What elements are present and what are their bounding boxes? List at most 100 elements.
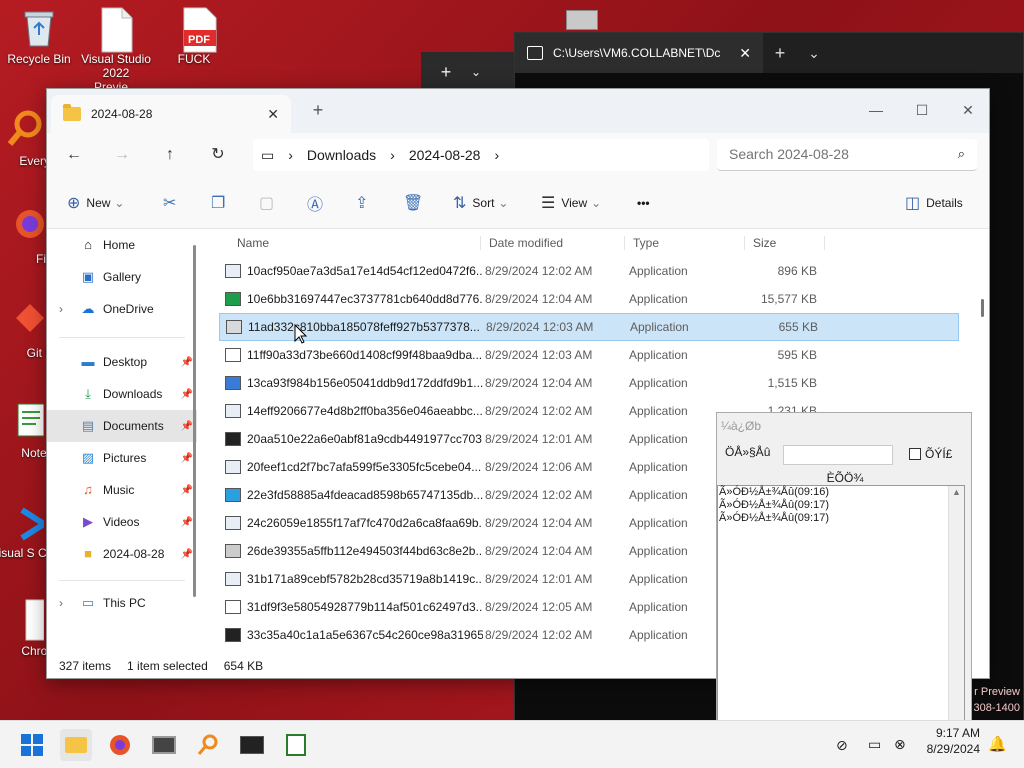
sidebar-item-label: Gallery bbox=[103, 270, 142, 284]
sidebar-item-label: OneDrive bbox=[103, 302, 154, 316]
sidebar-item-pictures[interactable]: ▨ Pictures 📌 bbox=[47, 442, 197, 474]
table-row[interactable]: 11ad332c810bba185078feff927b5377378... 8/… bbox=[219, 313, 959, 341]
desktop-icon-visual-studio[interactable]: Visual Studio 2022 Previe... bbox=[80, 6, 152, 94]
scroll-up-icon[interactable]: ▲ bbox=[949, 486, 964, 499]
details-button[interactable]: ◫ Details bbox=[905, 189, 963, 217]
close-icon[interactable]: ✕ bbox=[739, 45, 751, 62]
new-button[interactable]: ⊕ New ⌄ bbox=[67, 189, 124, 217]
dialog-log-list[interactable]: Ã»ÓÐ½Å±¾Åû(09:16) Ã»ÓÐ½Å±¾Åû(09:17) Ã»ÓÐ… bbox=[717, 485, 965, 721]
sidebar-item-home[interactable]: ⌂ Home bbox=[47, 229, 197, 261]
notification-bell-icon[interactable]: 🔔 bbox=[988, 735, 1007, 753]
date-modified: 8/29/2024 12:04 AM bbox=[485, 292, 593, 306]
file-list-scrollbar[interactable] bbox=[981, 299, 984, 317]
minimize-button[interactable]: — bbox=[853, 95, 899, 125]
desktop-icon-pdf[interactable]: PDF FUCK bbox=[158, 6, 230, 66]
date-modified: 8/29/2024 12:02 AM bbox=[485, 264, 593, 278]
clock-date: 8/29/2024 bbox=[926, 742, 980, 756]
search-icon[interactable]: ⌕ bbox=[958, 146, 965, 162]
sidebar-item-onedrive[interactable]: › ☁ OneDrive bbox=[47, 293, 197, 325]
maximize-button[interactable]: ☐ bbox=[899, 95, 945, 125]
column-header-date[interactable]: Date modified bbox=[481, 236, 625, 250]
sort-button[interactable]: ⇅ Sort ⌄ bbox=[453, 189, 508, 217]
application-icon bbox=[225, 432, 241, 446]
application-icon bbox=[225, 264, 241, 278]
table-row[interactable]: 11ff90a33d73be660d1408cf99f48baa9dba... 8… bbox=[219, 341, 959, 369]
close-tab-icon[interactable]: ✕ bbox=[267, 106, 279, 123]
dialog-scrollbar[interactable]: ▲ bbox=[948, 486, 964, 720]
checkbox-box[interactable] bbox=[909, 448, 921, 460]
terminal-dropdown-button[interactable]: ⌄ bbox=[797, 45, 831, 62]
breadcrumb-item-current[interactable]: 2024-08-28 bbox=[409, 147, 481, 163]
taskbar-everything[interactable] bbox=[192, 729, 224, 761]
network-icon[interactable]: ⊘ bbox=[836, 737, 848, 754]
new-tab-button[interactable]: + bbox=[295, 95, 341, 125]
sidebar-item-this-pc[interactable]: › ▭ This PC bbox=[47, 587, 197, 619]
sort-arrow-icon: ⌃ bbox=[677, 229, 688, 237]
terminal-new-tab-button[interactable]: + bbox=[763, 43, 797, 64]
taskbar-file-explorer[interactable] bbox=[60, 729, 92, 761]
command-bar: ⊕ New ⌄ ✂ ❐ ▢ Ⓐ ⇪ 🗑 ⇅ Sort ⌄ ☰ View ⌄ ••… bbox=[47, 177, 989, 229]
file-name: 33c35a40c1a1a5e6367c54c260ce98a31965... bbox=[247, 628, 483, 642]
dialog-checkbox[interactable]: ÕÝÍ£ bbox=[909, 447, 952, 461]
sidebar-item-documents[interactable]: ▤ Documents 📌 bbox=[47, 410, 197, 442]
table-row[interactable]: 13ca93f984b156e05041ddb9d172ddfd9b1... 8/… bbox=[219, 369, 959, 397]
taskbar-terminal[interactable] bbox=[236, 729, 268, 761]
table-row[interactable]: 10e6bb31697447ec3737781cb640dd8d776... 8/… bbox=[219, 285, 959, 313]
volume-muted-icon[interactable]: ⊗ bbox=[894, 736, 906, 753]
chevron-right-icon[interactable]: › bbox=[59, 596, 63, 610]
delete-icon[interactable]: 🗑 bbox=[403, 189, 423, 217]
column-header-type[interactable]: Type bbox=[625, 236, 745, 250]
explorer-tab[interactable]: 2024-08-28 ✕ bbox=[51, 95, 291, 133]
breadcrumb[interactable]: ▭ › Downloads › 2024-08-28 › bbox=[253, 139, 709, 171]
refresh-button[interactable]: ↻ bbox=[203, 140, 233, 170]
search-input[interactable] bbox=[717, 139, 937, 169]
sidebar-item-videos[interactable]: ▶ Videos 📌 bbox=[47, 506, 197, 538]
file-name-cell: 20aa510e22a6e0abf81a9cdb4491977cc703... bbox=[219, 432, 483, 446]
share-icon[interactable]: ⇪ bbox=[355, 189, 368, 217]
paste-icon[interactable]: ▢ bbox=[259, 189, 274, 217]
application-icon bbox=[225, 572, 241, 586]
column-header-size[interactable]: Size bbox=[745, 236, 825, 250]
breadcrumb-separator: › bbox=[288, 147, 293, 163]
breadcrumb-item-downloads[interactable]: Downloads bbox=[307, 147, 376, 163]
dialog-text-input[interactable] bbox=[783, 445, 893, 465]
sidebar-item-downloads[interactable]: ⤓ Downloads 📌 bbox=[47, 378, 197, 410]
column-header-name[interactable]: Name bbox=[219, 236, 481, 250]
sort-icon: ⇅ bbox=[453, 195, 467, 212]
table-row[interactable]: 10acf950ae7a3d5a17e14d54cf12ed0472f6... 8… bbox=[219, 257, 959, 285]
clock[interactable]: 9:17 AM 8/29/2024 bbox=[916, 725, 980, 757]
file-name-cell: 11ff90a33d73be660d1408cf99f48baa9dba... bbox=[219, 348, 483, 362]
taskbar-camera-app[interactable] bbox=[148, 729, 180, 761]
taskbar-firefox[interactable] bbox=[104, 729, 136, 761]
rename-icon[interactable]: Ⓐ bbox=[307, 189, 323, 217]
chevron-down-icon[interactable]: ⌄ bbox=[471, 65, 481, 79]
date-modified: 8/29/2024 12:01 AM bbox=[485, 432, 593, 446]
terminal-tab[interactable]: C:\Users\VM6.COLLABNET\Dc ✕ bbox=[515, 33, 763, 73]
sidebar-item-folder-2024-08-28[interactable]: ■ 2024-08-28 📌 bbox=[47, 538, 197, 570]
checkbox-label: ÕÝÍ£ bbox=[925, 447, 953, 461]
terminal-tabbar: C:\Users\VM6.COLLABNET\Dc ✕ + ⌄ bbox=[515, 33, 1023, 73]
desktop-icon-recycle-bin[interactable]: Recycle Bin bbox=[3, 6, 75, 66]
more-button[interactable]: ••• bbox=[637, 189, 650, 217]
watermark: r Preview bbox=[974, 686, 1020, 698]
sidebar-item-label: Home bbox=[103, 238, 136, 252]
add-tab-button[interactable]: + bbox=[421, 62, 471, 83]
file-type: Application bbox=[629, 292, 688, 306]
display-icon[interactable]: ▭ bbox=[868, 736, 881, 753]
cut-icon[interactable]: ✂ bbox=[163, 189, 176, 217]
back-button[interactable]: ← bbox=[59, 140, 89, 170]
copy-icon[interactable]: ❐ bbox=[211, 189, 225, 217]
sidebar-item-music[interactable]: ♫ Music 📌 bbox=[47, 474, 197, 506]
forward-button[interactable]: → bbox=[107, 140, 137, 170]
view-button[interactable]: ☰ View ⌄ bbox=[541, 189, 601, 217]
chevron-right-icon[interactable]: › bbox=[59, 302, 63, 316]
up-button[interactable]: ↑ bbox=[155, 140, 185, 170]
sidebar-scrollbar[interactable] bbox=[193, 245, 196, 597]
start-button[interactable] bbox=[16, 729, 48, 761]
sidebar-item-desktop[interactable]: ▬ Desktop 📌 bbox=[47, 346, 197, 378]
sidebar-item-gallery[interactable]: ▣ Gallery bbox=[47, 261, 197, 293]
file-name-cell: 31b171a89cebf5782b28cd35719a8b1419c... bbox=[219, 572, 483, 586]
taskbar-notepad-app[interactable] bbox=[280, 729, 312, 761]
close-window-button[interactable]: ✕ bbox=[945, 95, 991, 125]
folder-icon bbox=[65, 737, 87, 753]
